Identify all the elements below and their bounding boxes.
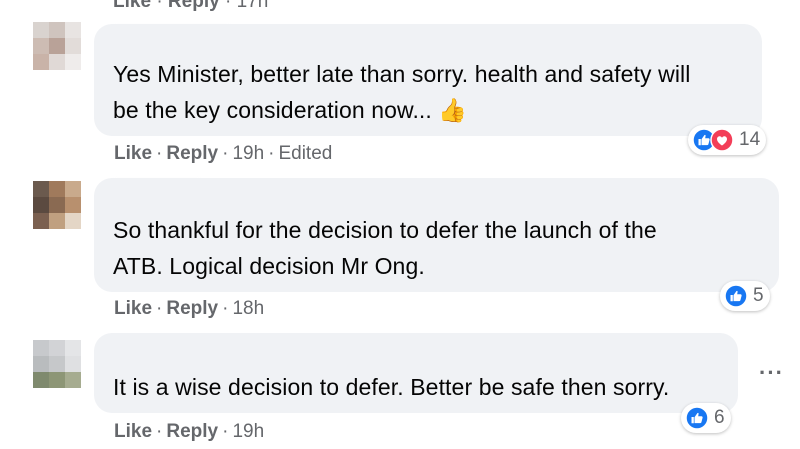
comment-thread: Like · Reply · 17h Yes Minister, better … [0, 0, 800, 449]
avatar[interactable] [33, 340, 81, 388]
comment-text: So thankful for the decision to defer th… [113, 217, 657, 279]
avatar[interactable] [33, 22, 81, 70]
reaction-count: 6 [714, 407, 725, 428]
previous-comment-actions: Like · Reply · 17h [113, 0, 268, 13]
like-link[interactable]: Like [114, 298, 152, 319]
reaction-count: 14 [739, 129, 761, 150]
comment-bubble: So thankful for the decision to defer th… [94, 178, 779, 292]
like-link[interactable]: Like [114, 421, 152, 442]
timestamp[interactable]: 19h [232, 421, 264, 442]
like-link[interactable]: Like [113, 0, 151, 12]
reply-link[interactable]: Reply [166, 421, 218, 442]
comment-actions: Like · Reply · 19h · Edited [114, 143, 333, 164]
timestamp[interactable]: 18h [232, 298, 264, 319]
like-icon [724, 284, 748, 308]
comment-actions: Like · Reply · 18h [114, 298, 265, 319]
reaction-count: 5 [753, 285, 764, 306]
love-icon [710, 128, 734, 152]
timestamp: 17h [236, 0, 269, 12]
reply-link[interactable]: Reply [168, 0, 220, 12]
reply-link[interactable]: Reply [166, 298, 218, 319]
reply-link[interactable]: Reply [166, 143, 218, 164]
reaction-summary[interactable]: 5 [720, 281, 770, 311]
avatar[interactable] [33, 181, 81, 229]
like-link[interactable]: Like [114, 143, 152, 164]
comment-bubble: It is a wise decision to defer. Better b… [94, 333, 738, 413]
comment-actions: Like · Reply · 19h [114, 421, 265, 442]
like-icon [685, 406, 709, 430]
comment-text: It is a wise decision to defer. Better b… [113, 374, 670, 400]
timestamp[interactable]: 19h [232, 143, 264, 164]
reaction-summary[interactable]: 6 [681, 403, 731, 433]
more-options-button[interactable]: ··· [759, 362, 784, 384]
reaction-summary[interactable]: 14 [688, 125, 767, 155]
edited-label[interactable]: Edited [278, 143, 332, 164]
comment-bubble: Yes Minister, better late than sorry. he… [94, 24, 762, 136]
comment-text: Yes Minister, better late than sorry. he… [113, 61, 691, 123]
